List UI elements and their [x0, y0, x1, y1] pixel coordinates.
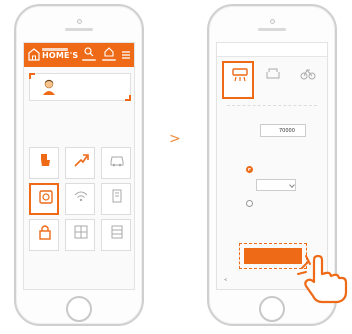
rent-input[interactable]	[260, 124, 306, 137]
condition-tile-label	[67, 244, 95, 248]
condition-tile[interactable]	[65, 183, 95, 215]
condition-tile-label	[31, 172, 59, 176]
air-conditioner-icon	[232, 68, 248, 82]
radio-unselected-icon[interactable]	[246, 200, 253, 207]
app-header: HOME'S	[24, 43, 134, 67]
condition-tile[interactable]	[101, 219, 131, 251]
header-favorite-button[interactable]	[102, 47, 116, 63]
condition-tile-label	[67, 172, 95, 176]
feature-option[interactable]	[292, 61, 324, 99]
condition-tile[interactable]	[101, 147, 131, 179]
rent-row	[222, 123, 326, 139]
app-logo[interactable]: HOME'S	[28, 48, 78, 62]
hero-card	[29, 73, 131, 101]
feature-tabs	[217, 43, 327, 57]
front-camera	[77, 19, 82, 24]
sofa-icon	[266, 68, 280, 79]
logo-text: HOME'S	[42, 51, 79, 60]
header-favorite-label	[102, 59, 116, 61]
feature-option[interactable]	[257, 61, 289, 99]
radio-option[interactable]	[246, 199, 316, 209]
lock-icon	[39, 225, 51, 240]
bicycle-icon	[300, 69, 316, 80]
option-select[interactable]	[256, 179, 296, 191]
car-icon	[110, 156, 124, 167]
option-group	[222, 161, 326, 211]
corner-bracket	[29, 73, 35, 79]
left-phone-screen: HOME'S	[23, 42, 135, 290]
radio-selected-icon[interactable]	[246, 166, 253, 173]
more-indicator	[71, 289, 93, 290]
speaker-grille	[65, 28, 93, 31]
left-phone-frame: HOME'S	[14, 4, 144, 326]
condition-tile[interactable]	[101, 183, 131, 215]
bath-toilet-icon	[41, 154, 50, 166]
grid-icon	[74, 225, 88, 239]
house-logo-icon	[28, 48, 40, 61]
feature-label	[225, 91, 255, 95]
required-tag	[222, 128, 230, 133]
divider	[227, 105, 317, 107]
front-camera	[270, 19, 275, 24]
condition-tile-label	[103, 172, 131, 176]
home-button	[259, 296, 285, 322]
favorite-icon	[104, 47, 114, 57]
condition-tile-label	[31, 244, 59, 248]
header-search-button[interactable]	[82, 47, 96, 63]
feature-label	[258, 89, 288, 93]
screenshot-stage: HOME'S > 70000 <	[0, 0, 352, 334]
home-button	[66, 296, 92, 322]
appliance-icon	[39, 190, 53, 204]
hamburger-menu-icon[interactable]	[121, 50, 131, 60]
wifi-icon	[74, 191, 88, 202]
person-icon	[43, 79, 55, 95]
corner-bracket	[125, 95, 131, 101]
condition-tile[interactable]	[65, 219, 95, 251]
bookshelf-icon	[111, 225, 123, 239]
speaker-grille	[258, 28, 286, 31]
tap-hand-icon	[297, 254, 348, 304]
condition-grid	[29, 147, 131, 287]
back-link[interactable]: <	[224, 277, 227, 282]
condition-tile[interactable]	[29, 219, 59, 251]
feature-row	[222, 61, 324, 101]
search-icon	[84, 47, 94, 57]
condition-tile[interactable]	[29, 147, 59, 179]
condition-tile-label	[67, 208, 95, 212]
feature-label	[293, 89, 323, 93]
radio-option[interactable]	[246, 165, 316, 175]
rent-unit	[318, 128, 324, 133]
chevron-down-icon	[289, 182, 295, 188]
condition-tile-selected[interactable]	[29, 183, 59, 215]
condition-tile-label	[103, 244, 131, 248]
condition-tile-label	[103, 208, 131, 212]
trend-icon	[74, 154, 89, 167]
header-search-label	[82, 59, 96, 61]
condition-tile[interactable]	[65, 147, 95, 179]
option-tag	[222, 161, 236, 171]
building-icon	[112, 189, 122, 203]
feature-option-selected[interactable]	[222, 61, 254, 99]
rent-label	[233, 128, 257, 133]
flow-arrow: >	[169, 131, 181, 147]
condition-tile-label	[31, 208, 59, 212]
